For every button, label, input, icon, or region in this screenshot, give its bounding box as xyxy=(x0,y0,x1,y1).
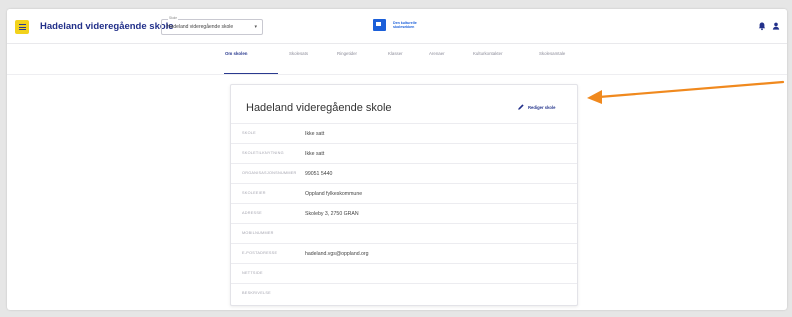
field-label: SKOLEEIER xyxy=(242,191,266,195)
tab-klasser[interactable]: Klasser xyxy=(388,51,403,56)
tab-skolesamtale[interactable]: Skolesamtale xyxy=(539,51,565,56)
info-row-mobilnummer: MOBILNUMMER xyxy=(231,223,577,244)
field-label: SKOLETILKNYTNING xyxy=(242,151,284,155)
field-label: ADRESSE xyxy=(242,211,262,215)
field-value: Oppland fylkeskommune xyxy=(305,191,363,197)
field-label: E-POSTADRESSE xyxy=(242,251,278,255)
school-name-title: Hadeland videregående skole xyxy=(40,21,174,32)
field-label: NETTSIDE xyxy=(242,271,263,275)
pencil-icon xyxy=(518,104,524,110)
user-icon[interactable] xyxy=(771,21,781,31)
edit-school-button[interactable]: Rediger skole xyxy=(517,103,555,111)
info-row-adresse: ADRESSE Skoleby 3, 2750 GRAN xyxy=(231,203,577,224)
edit-school-label: Rediger skole xyxy=(528,104,556,110)
school-select-value: Hadeland videregående skole xyxy=(167,24,234,30)
info-row-organisasjonsnummer: ORGANISASJONSNUMMER 99051 5440 xyxy=(231,163,577,184)
field-value: Ikke satt xyxy=(305,151,325,157)
tab-kulturkontakter[interactable]: Kulturkontakter xyxy=(473,51,503,56)
brand-name: Den kulturelle skolesekken xyxy=(393,21,417,30)
info-row-skoletilknytning: SKOLETILKNYTNING Ikke satt xyxy=(231,143,577,164)
info-row-skole: SKOLE Ikke satt xyxy=(231,123,577,144)
field-value: 99051 5440 xyxy=(305,171,333,177)
info-row-nettside: NETTSIDE xyxy=(231,263,577,284)
tab-arenaer[interactable]: Arenaer xyxy=(429,51,445,56)
tab-om-skolen[interactable]: Om skolen xyxy=(225,51,247,56)
brand-line-2: skolesekken xyxy=(393,25,415,29)
menu-button[interactable] xyxy=(15,20,29,34)
tab-ringetider[interactable]: Ringetider xyxy=(337,51,357,56)
annotation-arrow xyxy=(587,80,785,104)
tabs-divider xyxy=(7,74,787,75)
card-title: Hadeland videregående skole xyxy=(246,102,392,114)
app-window: Hadeland videregående skole Skole Hadela… xyxy=(7,9,787,310)
menu-icon xyxy=(18,24,26,30)
school-select-label: Skole xyxy=(168,16,178,20)
tab-skolesats[interactable]: Skolesats xyxy=(289,51,308,56)
field-label: ORGANISASJONSNUMMER xyxy=(242,171,297,175)
info-row-epostadresse: E-POSTADRESSE hadeland.vgs@oppland.org xyxy=(231,243,577,264)
field-value: Skoleby 3, 2750 GRAN xyxy=(305,211,359,217)
info-row-skoleeier: SKOLEEIER Oppland fylkeskommune xyxy=(231,183,577,204)
field-label: BESKRIVELSE xyxy=(242,291,271,295)
top-bar: Hadeland videregående skole Skole Hadela… xyxy=(7,9,787,44)
bell-icon[interactable] xyxy=(757,21,767,31)
chevron-down-icon: ▾ xyxy=(254,24,257,30)
field-value: Ikke satt xyxy=(305,131,325,137)
field-label: SKOLE xyxy=(242,131,256,135)
field-value: hadeland.vgs@oppland.org xyxy=(305,251,369,257)
field-label: MOBILNUMMER xyxy=(242,231,274,235)
brand-logo-link[interactable]: Den kulturelle skolesekken xyxy=(373,19,417,31)
brand-logo-icon xyxy=(373,19,386,31)
info-row-beskrivelse: BESKRIVELSE xyxy=(231,283,577,304)
school-info-card: Hadeland videregående skole Rediger skol… xyxy=(230,84,578,306)
school-select[interactable]: Skole Hadeland videregående skole ▾ xyxy=(161,16,263,35)
